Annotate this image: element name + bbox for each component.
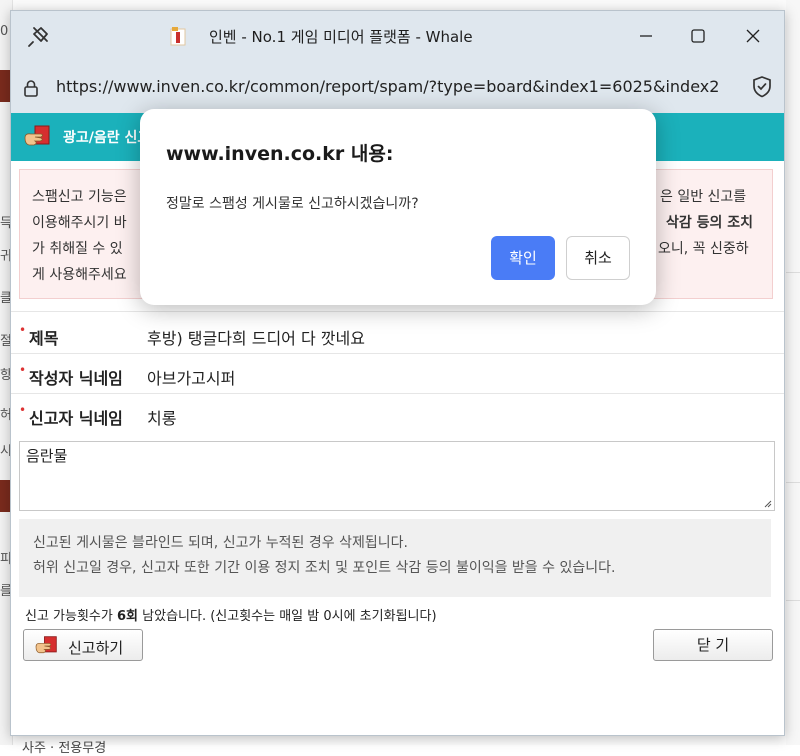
subject-label: 제목 (29, 329, 59, 348)
dialog-message: 정말로 스팸성 게시물로 신고하시겠습니까? (166, 196, 419, 212)
divider (11, 393, 784, 394)
shield-icon[interactable] (751, 75, 773, 99)
notice-line: 가 취해질 수 있 (32, 241, 123, 257)
url-field[interactable]: https://www.inven.co.kr/common/report/sp… (56, 77, 739, 96)
info-line: 허위 신고일 경우, 신고자 또한 기간 이용 정지 조치 및 포인트 삭감 등… (33, 560, 616, 576)
reason-textarea[interactable]: 음란물 (19, 441, 775, 511)
required-marker: • (19, 403, 27, 417)
dialog-title: www.inven.co.kr 내용: (166, 143, 394, 165)
close-button[interactable]: 닫 기 (653, 629, 773, 661)
minimize-button[interactable] (623, 19, 669, 53)
divider (11, 353, 784, 354)
notice-line: 오니, 꼭 신중하 (658, 241, 749, 257)
report-button[interactable]: 신고하기 (23, 629, 143, 661)
info-box: 신고된 게시물은 블라인드 되며, 신고가 누적된 경우 삭제됩니다. 허위 신… (19, 519, 771, 597)
reporter-row: • 신고자 닉네임 치롱 (17, 401, 777, 429)
background-right-strip (786, 0, 800, 745)
notice-line: 스팸신고 기능은 (32, 189, 127, 205)
confirm-button[interactable]: 확인 (491, 236, 555, 280)
title-bar: 인벤 - No.1 게임 미디어 플랫폼 - Whale (11, 11, 784, 61)
background-divider (786, 600, 800, 601)
background-bottom-text: 사주 · 전용무경 (22, 741, 107, 756)
notice-line: 게 사용해주세요 (32, 267, 127, 283)
background-divider (786, 272, 800, 273)
reason-text: 음란물 (26, 447, 68, 465)
required-marker: • (19, 323, 27, 337)
report-hand-icon (24, 125, 50, 146)
remaining-count: 6회 (117, 609, 139, 624)
report-header-title: 광고/음란 신고 (63, 130, 151, 146)
lock-icon[interactable] (21, 78, 41, 98)
address-bar: https://www.inven.co.kr/common/report/sp… (11, 61, 784, 113)
cancel-button[interactable]: 취소 (566, 236, 630, 280)
author-value: 아브가고시퍼 (147, 369, 236, 388)
reporter-label: 신고자 닉네임 (29, 409, 123, 428)
author-label: 작성자 닉네임 (29, 369, 123, 388)
remaining-prefix: 신고 가능횟수가 (25, 609, 117, 624)
divider (11, 311, 784, 312)
window-title: 인벤 - No.1 게임 미디어 플랫폼 - Whale (209, 28, 473, 46)
notice-line-emphasis: 삭감 등의 조치 (666, 215, 754, 231)
subject-value: 후방) 탱글다희 드디어 다 깟네요 (147, 329, 365, 348)
background-divider (786, 482, 800, 483)
close-window-button[interactable] (730, 19, 776, 53)
remaining-count-text: 신고 가능횟수가 6회 남았습니다. (신고횟수는 매일 밤 0시에 초기화됩니… (25, 605, 437, 624)
notice-line: 이용해주시기 바 (32, 215, 127, 231)
subject-row: • 제목 후방) 탱글다희 드디어 다 깟네요 (17, 321, 777, 349)
author-row: • 작성자 닉네임 아브가고시퍼 (17, 361, 777, 389)
pin-icon[interactable] (25, 24, 51, 50)
info-line: 신고된 게시물은 블라인드 되며, 신고가 누적된 경우 삭제됩니다. (33, 535, 408, 551)
alert-dialog: www.inven.co.kr 내용: 정말로 스팸성 게시물로 신고하시겠습니… (140, 109, 656, 305)
report-button-label: 신고하기 (68, 639, 124, 657)
inven-favicon-icon (170, 27, 186, 46)
remaining-suffix: 남았습니다. (신고횟수는 매일 밤 0시에 초기화됩니다) (138, 609, 437, 624)
report-hand-icon (35, 636, 57, 654)
notice-line: 은 일반 신고를 (660, 189, 747, 205)
maximize-button[interactable] (675, 19, 721, 53)
reporter-value: 치롱 (147, 409, 177, 428)
resize-grip-icon[interactable] (762, 498, 772, 508)
required-marker: • (19, 363, 27, 377)
